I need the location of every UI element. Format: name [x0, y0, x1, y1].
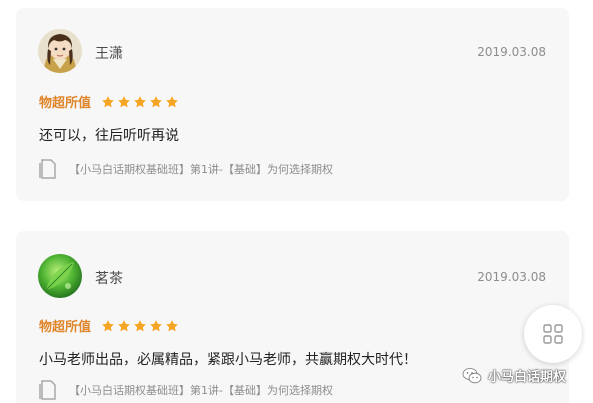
star-icon: [102, 319, 114, 331]
star-icon: [166, 95, 178, 107]
review-list: 王潇 2019.03.08 物超所值 还可以，往后听听再说 【小马白话期权基础班…: [0, 0, 593, 403]
star-icon: [150, 95, 162, 107]
review-card: 王潇 2019.03.08 物超所值 还可以，往后听听再说 【小马白话期权基础班…: [16, 8, 569, 201]
rating-label: 物超所值: [39, 320, 92, 335]
star-icon: [166, 319, 178, 331]
star-icon: [150, 319, 162, 331]
avatar[interactable]: [38, 254, 82, 298]
review-date: 2019.03.08: [477, 45, 546, 59]
watermark: 小马白话期权: [462, 366, 566, 385]
watermark-text: 小马白话期权: [488, 370, 567, 385]
course-link[interactable]: 【小马白话期权基础班】第1讲-【基础】为何选择期权: [39, 380, 333, 400]
star-icon: [102, 95, 114, 107]
grid-menu-icon: [543, 324, 563, 344]
review-comment: 小马老师出品，必属精品，紧跟小马老师，共赢期权大时代！: [39, 352, 417, 368]
star-rating: [101, 95, 179, 109]
document-icon: [39, 380, 56, 400]
rating: 物超所值: [39, 316, 179, 335]
floating-menu-button[interactable]: [524, 305, 582, 363]
document-icon: [39, 159, 56, 179]
username: 茗茶: [95, 271, 123, 287]
rating-label: 物超所值: [39, 96, 92, 111]
course-title: 【小马白话期权基础班】第1讲-【基础】为何选择期权: [69, 163, 333, 176]
course-link[interactable]: 【小马白话期权基础班】第1讲-【基础】为何选择期权: [39, 159, 333, 179]
star-icon: [118, 319, 130, 331]
username: 王潇: [95, 46, 123, 62]
star-icon: [134, 95, 146, 107]
review-comment: 还可以，往后听听再说: [39, 128, 179, 144]
course-title: 【小马白话期权基础班】第1讲-【基础】为何选择期权: [69, 384, 333, 397]
wechat-icon: [462, 367, 482, 383]
rating: 物超所值: [39, 92, 179, 111]
star-rating: [101, 319, 179, 333]
star-icon: [134, 319, 146, 331]
star-icon: [118, 95, 130, 107]
review-date: 2019.03.08: [477, 270, 546, 284]
avatar[interactable]: [38, 29, 82, 73]
